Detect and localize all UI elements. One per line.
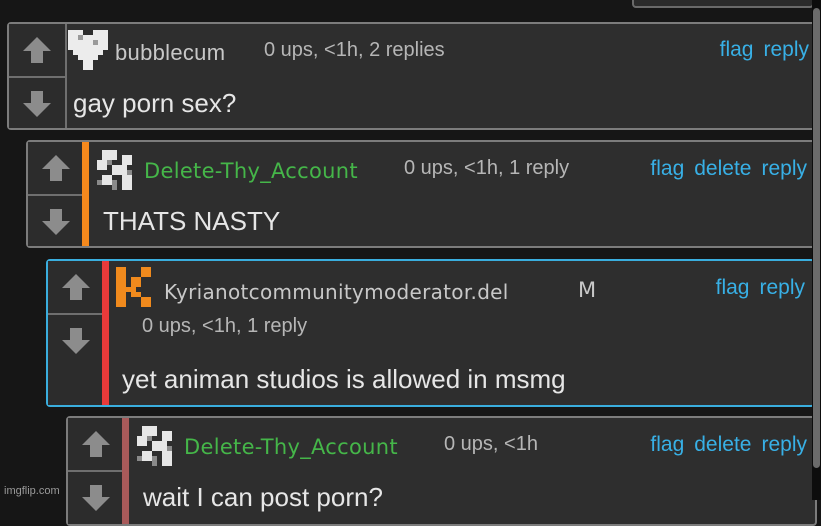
reply-link[interactable]: reply xyxy=(763,38,809,62)
upvote-button[interactable] xyxy=(48,261,104,313)
arrow-down-icon xyxy=(23,91,51,117)
flag-link[interactable]: flag xyxy=(650,157,684,181)
reply-link[interactable]: reply xyxy=(759,276,805,300)
comment-delete-thy-account: Delete-Thy_Account 0 ups, <1h, 1 reply f… xyxy=(26,140,817,248)
comment-username[interactable]: Delete-Thy_Account xyxy=(144,159,358,183)
comment-username[interactable]: Kyrianotcommunitymoderator.del xyxy=(164,280,509,304)
reply-link[interactable]: reply xyxy=(761,157,807,181)
upvote-button[interactable] xyxy=(9,24,65,76)
reply-link[interactable]: reply xyxy=(761,433,807,457)
moderator-badge: M xyxy=(578,278,597,302)
scrollbar-thumb[interactable] xyxy=(813,8,820,468)
comment-bubblecum: bubblecum 0 ups, <1h, 2 replies flag rep… xyxy=(7,22,819,130)
downvote-button[interactable] xyxy=(28,194,84,248)
avatar-pixel-icon xyxy=(97,150,132,190)
arrow-up-icon xyxy=(42,155,70,181)
downvote-button[interactable] xyxy=(68,470,124,524)
comment-body: THATS NASTY xyxy=(103,206,281,236)
vote-column xyxy=(68,418,126,524)
arrow-up-icon xyxy=(62,274,90,300)
thread-accent-bar xyxy=(122,418,129,524)
flag-link[interactable]: flag xyxy=(650,433,684,457)
arrow-down-icon xyxy=(62,328,90,354)
comment-actions: flag delete reply xyxy=(650,433,807,457)
comment-username[interactable]: bubblecum xyxy=(115,40,225,66)
arrow-down-icon xyxy=(82,485,110,511)
comment-meta: 0 ups, <1h, 2 replies xyxy=(264,39,445,61)
delete-link[interactable]: delete xyxy=(694,157,751,181)
downvote-button[interactable] xyxy=(9,76,65,130)
thread-accent-bar xyxy=(102,261,109,405)
comment-actions: flag delete reply xyxy=(650,157,807,181)
arrow-up-icon xyxy=(23,37,51,63)
upvote-button[interactable] xyxy=(28,142,84,194)
vote-column xyxy=(28,142,86,246)
vote-column xyxy=(9,24,67,128)
comment-actions: flag reply xyxy=(716,276,805,300)
comment-body: gay porn sex? xyxy=(73,88,237,118)
comment-actions: flag reply xyxy=(720,38,809,62)
comment-meta: 0 ups, <1h, 1 reply xyxy=(404,157,570,179)
downvote-button[interactable] xyxy=(48,313,104,367)
comment-kyrianot: Kyrianotcommunitymoderator.del M flag re… xyxy=(46,259,815,407)
flag-link[interactable]: flag xyxy=(716,276,750,300)
avatar-heart-icon xyxy=(68,30,108,70)
scrollbar[interactable] xyxy=(812,0,821,500)
upvote-button[interactable] xyxy=(68,418,124,470)
arrow-up-icon xyxy=(82,431,110,457)
vote-column xyxy=(48,261,106,405)
comment-delete-thy-account-2: Delete-Thy_Account 0 ups, <1h flag delet… xyxy=(66,416,817,526)
comment-username[interactable]: Delete-Thy_Account xyxy=(184,435,398,459)
comment-meta: 0 ups, <1h xyxy=(444,433,538,455)
thread-accent-bar xyxy=(82,142,89,246)
previous-comment-edge xyxy=(632,0,814,8)
avatar-pixel-icon xyxy=(137,426,172,466)
flag-link[interactable]: flag xyxy=(720,38,754,62)
delete-link[interactable]: delete xyxy=(694,433,751,457)
avatar-k-icon xyxy=(116,267,151,307)
arrow-down-icon xyxy=(42,209,70,235)
comment-body: yet animan studios is allowed in msmg xyxy=(122,364,566,394)
watermark: imgflip.com xyxy=(4,485,60,497)
comment-body: wait I can post porn? xyxy=(143,482,383,512)
comment-meta: 0 ups, <1h, 1 reply xyxy=(142,315,308,337)
